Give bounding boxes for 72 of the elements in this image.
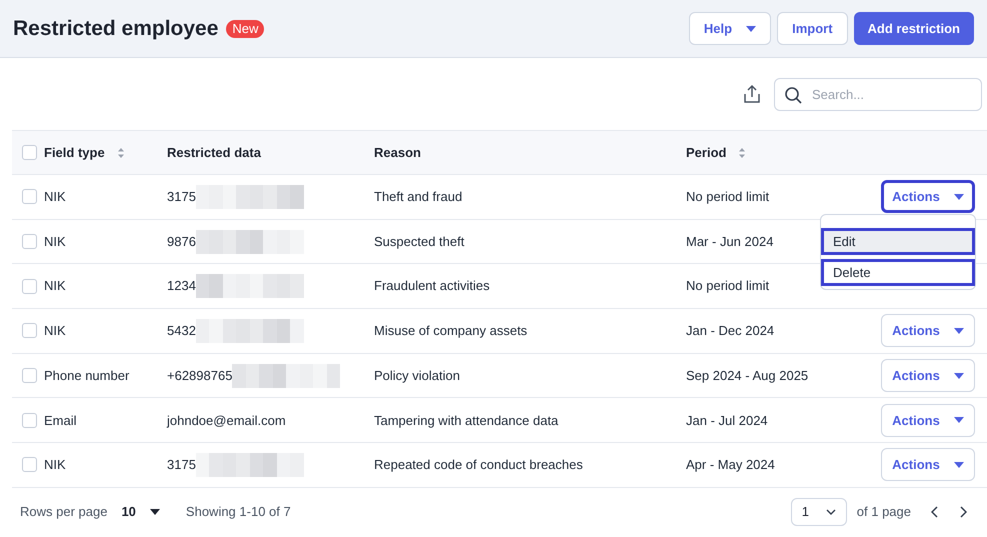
table-cell-text: Repeated code of conduct breaches <box>374 456 583 474</box>
share-icon[interactable] <box>742 84 762 104</box>
checkbox[interactable] <box>22 189 37 204</box>
column-header: Reason <box>374 144 421 162</box>
caret-icon <box>954 194 964 200</box>
column-header[interactable]: Period <box>686 142 746 162</box>
page-select[interactable]: 1 <box>790 498 847 526</box>
table-cell-text: Apr - May 2024 <box>686 456 775 474</box>
table-cell-text: NIK <box>44 456 66 474</box>
actions-button[interactable]: Actions <box>881 404 975 437</box>
rows-per-page-select[interactable]: 10 <box>121 502 160 522</box>
sort-icon[interactable] <box>116 146 125 158</box>
table-cell-text: Policy violation <box>374 366 460 385</box>
table-cell-text: Jan - Jul 2024 <box>686 412 768 430</box>
menu-item[interactable]: Edit <box>821 228 975 255</box>
rows-per-page-label: Rows per page <box>20 503 108 522</box>
checkbox[interactable] <box>22 412 37 428</box>
search-field[interactable]: Search... <box>774 78 982 110</box>
checkbox[interactable] <box>22 234 37 250</box>
help-button[interactable]: Help <box>688 12 772 45</box>
new-badge: New <box>226 20 264 38</box>
caret-icon <box>746 26 756 32</box>
table-cell-text: Fraudulent activities <box>374 277 490 296</box>
table-cell-text: Sep 2024 - Aug 2025 <box>686 366 808 385</box>
add-restriction-button[interactable]: Add restriction <box>854 12 974 45</box>
caret-icon <box>954 417 964 424</box>
table-cell-text: +62898765 <box>167 366 232 385</box>
table-cell-text: No period limit <box>686 188 770 206</box>
table-cell-text: Suspected theft <box>374 232 464 251</box>
actions-button[interactable]: Actions <box>881 359 975 392</box>
column-header[interactable]: Field type <box>44 142 125 162</box>
table-cell-text: 3175 <box>167 188 196 206</box>
table-cell-text: Email <box>44 412 77 430</box>
page-title: Restricted employee <box>13 16 218 42</box>
checkbox[interactable] <box>22 457 37 472</box>
table-cell-text: NIK <box>44 232 66 251</box>
table-cell-text: NIK <box>44 277 66 296</box>
table-cell-text: Mar - Jun 2024 <box>686 232 774 251</box>
page-count: of 1 page <box>856 503 911 522</box>
actions-button[interactable]: Actions <box>881 180 975 214</box>
caret-icon <box>150 508 160 515</box>
caret-icon <box>954 462 964 468</box>
showing-text: Showing 1-10 of 7 <box>186 503 291 522</box>
table-cell-text: 3175 <box>167 456 196 474</box>
menu-item[interactable]: Delete <box>821 259 975 286</box>
checkbox[interactable] <box>22 145 37 160</box>
caret-icon <box>954 372 964 379</box>
table-cell-text: NIK <box>44 322 66 340</box>
table-cell-text: 5432 <box>167 322 196 340</box>
chevron-down-icon <box>826 508 836 515</box>
table-cell-text: Phone number <box>44 366 130 385</box>
table-cell-text: Jan - Dec 2024 <box>686 322 774 340</box>
sort-icon[interactable] <box>738 146 746 158</box>
table-cell-text: NIK <box>44 188 66 206</box>
import-button[interactable]: Import <box>777 12 848 45</box>
previous-page-icon[interactable] <box>931 506 939 518</box>
column-header: Restricted data <box>167 144 261 162</box>
table-cell-text: Misuse of company assets <box>374 322 528 340</box>
table-cell-text: Tampering with attendance data <box>374 412 558 430</box>
checkbox[interactable] <box>22 323 37 338</box>
table-cell-text: johndoe@email.com <box>167 412 286 430</box>
next-page-icon[interactable] <box>959 506 967 518</box>
search-icon <box>784 86 802 104</box>
actions-button[interactable]: Actions <box>881 448 975 482</box>
actions-button[interactable]: Actions <box>881 314 975 348</box>
table-cell-text: 9876 <box>167 232 196 251</box>
checkbox[interactable] <box>22 278 37 294</box>
table-cell-text: 1234 <box>167 277 196 296</box>
table-cell-text: No period limit <box>686 277 770 296</box>
table-cell-text: Theft and fraud <box>374 188 462 206</box>
checkbox[interactable] <box>22 368 37 384</box>
caret-icon <box>954 328 964 334</box>
